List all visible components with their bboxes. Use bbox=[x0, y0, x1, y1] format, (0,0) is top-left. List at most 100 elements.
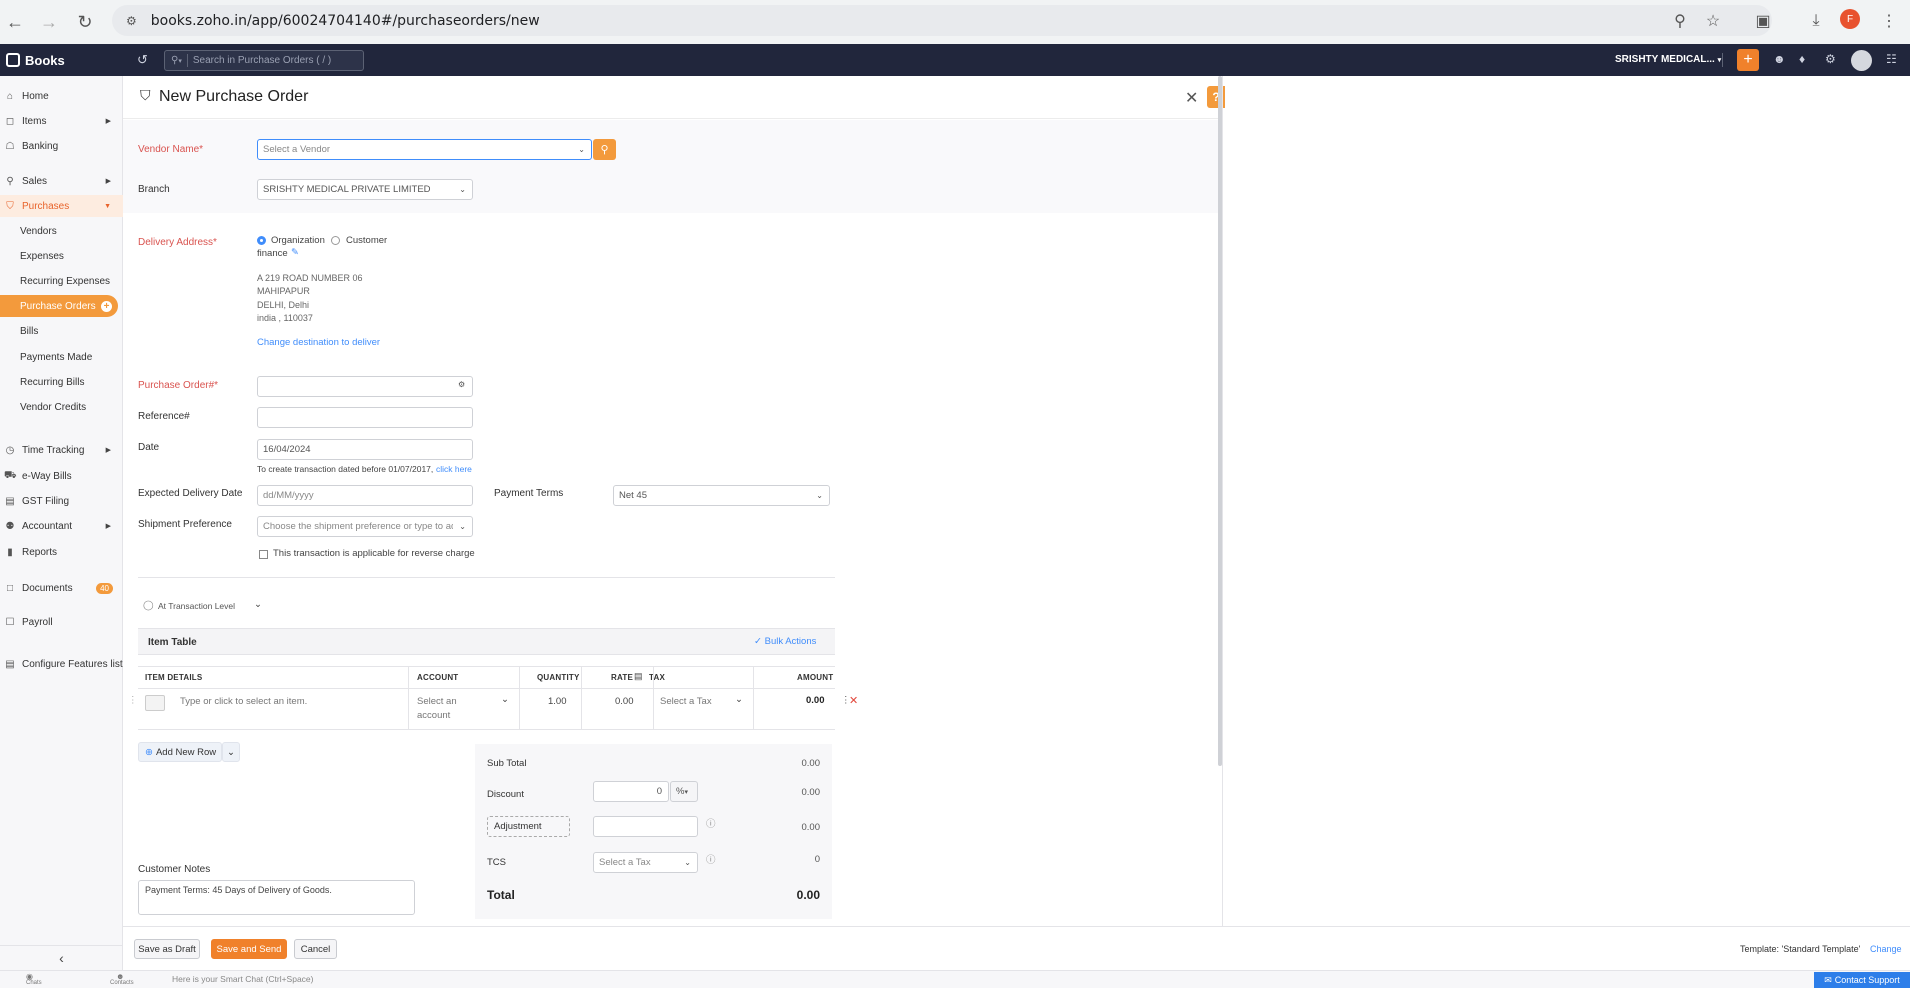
app-grid-icon[interactable]: ☷ bbox=[1886, 52, 1897, 66]
add-purchase-order-icon[interactable]: + bbox=[101, 300, 112, 312]
smart-chat-input[interactable]: Here is your Smart Chat (Ctrl+Space) bbox=[172, 974, 313, 984]
adjustment-input[interactable] bbox=[593, 816, 698, 837]
radio-organization[interactable] bbox=[257, 236, 266, 245]
change-destination-link[interactable]: Change destination to deliver bbox=[257, 337, 380, 348]
sidebar-item-vendors[interactable]: Vendors bbox=[0, 220, 118, 242]
close-icon[interactable]: ✕ bbox=[1185, 88, 1198, 108]
radio-customer[interactable] bbox=[331, 236, 340, 245]
sidebar-item-purchases[interactable]: ⛉ Purchases ▼ bbox=[0, 195, 123, 217]
account-select-line2[interactable]: account bbox=[417, 710, 450, 721]
cancel-button[interactable]: Cancel bbox=[294, 939, 337, 959]
expected-delivery-input[interactable]: dd/MM/yyyy bbox=[257, 485, 473, 506]
user-avatar[interactable] bbox=[1851, 50, 1872, 71]
sidebar-item-bills[interactable]: Bills bbox=[0, 320, 118, 342]
sidebar-item-payments-made[interactable]: Payments Made bbox=[0, 346, 118, 368]
adjustment-info-icon[interactable]: ⓘ bbox=[706, 816, 716, 830]
sidebar-collapse-button[interactable]: ‹ bbox=[0, 945, 123, 970]
adjustment-label-box[interactable]: Adjustment bbox=[487, 816, 570, 837]
add-new-row-button[interactable]: ⊕ Add New Row bbox=[138, 742, 222, 762]
vendor-search-button[interactable]: ⚲ bbox=[593, 139, 616, 160]
chevron-down-icon[interactable]: ⌄ bbox=[254, 599, 262, 610]
team-icon[interactable]: ☻ bbox=[1773, 52, 1786, 66]
item-select-input[interactable]: Type or click to select an item. bbox=[180, 696, 307, 707]
sidebar-item-sales[interactable]: ⚲ Sales ▶ bbox=[0, 170, 123, 192]
quantity-input[interactable]: 1.00 bbox=[548, 696, 567, 707]
zoom-icon[interactable]: ⚲ bbox=[1667, 8, 1693, 34]
organization-switcher[interactable]: SRISHTY MEDICAL... ▾ bbox=[1615, 54, 1721, 65]
discount-unit-select[interactable]: % ▾ bbox=[670, 781, 698, 802]
date-note-click-here[interactable]: click here bbox=[436, 464, 472, 474]
sidebar-item-reports[interactable]: ▮ Reports bbox=[0, 541, 123, 563]
address-bar[interactable]: ⚙ books.zoho.in/app/60024704140#/purchas… bbox=[112, 5, 1772, 36]
chevron-down-icon[interactable]: ⌄ bbox=[501, 694, 509, 705]
date-input[interactable]: 16/04/2024 bbox=[257, 439, 473, 460]
tcs-info-icon[interactable]: ⓘ bbox=[706, 852, 716, 866]
reference-input[interactable] bbox=[257, 407, 473, 428]
forward-icon[interactable]: → bbox=[34, 7, 64, 37]
download-icon[interactable]: ⤓ bbox=[1803, 8, 1829, 34]
bookmark-star-icon[interactable]: ☆ bbox=[1700, 8, 1726, 34]
sidebar-item-purchase-orders[interactable]: Purchase Orders + bbox=[0, 295, 118, 317]
customer-notes-textarea[interactable]: Payment Terms: 45 Days of Delivery of Go… bbox=[138, 880, 415, 915]
rate-input[interactable]: 0.00 bbox=[615, 696, 634, 707]
profile-avatar[interactable]: F bbox=[1840, 9, 1860, 29]
home-icon: ⌂ bbox=[6, 90, 14, 102]
sidebar-item-time-tracking[interactable]: ◷ Time Tracking ▶ bbox=[0, 439, 123, 461]
sidebar-item-vendor-credits[interactable]: Vendor Credits bbox=[0, 396, 118, 418]
column-account: ACCOUNT bbox=[417, 673, 459, 682]
sidebar-item-eway-bills[interactable]: ⛟ e-Way Bills bbox=[0, 465, 123, 487]
sidebar-item-payroll[interactable]: ☐ Payroll bbox=[0, 611, 123, 633]
site-settings-icon[interactable]: ⚙ bbox=[126, 14, 137, 28]
reverse-charge-checkbox[interactable] bbox=[259, 550, 268, 559]
discount-input[interactable]: 0 bbox=[593, 781, 669, 802]
contacts-label[interactable]: Contacts bbox=[110, 980, 134, 986]
reload-icon[interactable]: ↻ bbox=[70, 7, 100, 37]
sidebar-item-documents[interactable]: □ Documents 40 bbox=[0, 577, 123, 599]
sidebar-item-items[interactable]: ◻ Items ▶ bbox=[0, 110, 123, 132]
bulk-actions-link[interactable]: ✓ Bulk Actions bbox=[754, 636, 816, 647]
brand[interactable]: Books bbox=[0, 44, 123, 76]
sidebar-item-accountant[interactable]: ⚉ Accountant ▶ bbox=[0, 515, 123, 537]
drag-handle-icon[interactable]: ⋮ bbox=[128, 695, 138, 706]
notification-bell-icon[interactable]: ♦ bbox=[1799, 52, 1805, 66]
chevron-down-icon: ⌄ bbox=[684, 858, 691, 867]
recent-history-icon[interactable]: ↺ bbox=[137, 52, 148, 68]
sidebar-item-recurring-expenses[interactable]: Recurring Expenses bbox=[0, 270, 118, 292]
browser-menu-icon[interactable]: ⋮ bbox=[1876, 8, 1902, 34]
tax-select[interactable]: Select a Tax bbox=[660, 696, 712, 707]
settings-gear-icon[interactable]: ⚙ bbox=[1825, 52, 1836, 66]
app-search-input[interactable]: ⚲ ▾ Search in Purchase Orders ( / ) bbox=[164, 50, 364, 71]
payment-terms-label: Payment Terms bbox=[494, 488, 564, 499]
contact-support-button[interactable]: ✉ Contact Support bbox=[1814, 972, 1910, 988]
edit-pencil-icon[interactable]: ✎ bbox=[291, 247, 299, 258]
chevron-down-icon[interactable]: ⌄ bbox=[735, 694, 743, 705]
purchase-order-number-input[interactable]: ⚙ bbox=[257, 376, 473, 397]
back-icon[interactable]: ← bbox=[0, 7, 30, 37]
shipment-preference-select[interactable]: Choose the shipment preference or type t… bbox=[257, 516, 473, 537]
column-rate: RATE bbox=[611, 673, 633, 682]
payment-terms-select[interactable]: Net 45 ⌄ bbox=[613, 485, 830, 506]
sidebar-item-gst-filing[interactable]: ▤ GST Filing bbox=[0, 490, 123, 512]
template-change-link[interactable]: Change bbox=[1870, 944, 1902, 954]
sidebar-item-expenses[interactable]: Expenses bbox=[0, 245, 118, 267]
sidebar-item-recurring-bills[interactable]: Recurring Bills bbox=[0, 371, 118, 393]
chats-label[interactable]: Chats bbox=[26, 980, 42, 986]
tax-level-select[interactable]: At Transaction Level bbox=[158, 601, 235, 611]
brand-name: Books bbox=[25, 52, 65, 68]
add-row-options-button[interactable]: ⌄ bbox=[222, 742, 240, 762]
settings-gear-icon[interactable]: ⚙ bbox=[458, 380, 466, 389]
row-delete-icon[interactable]: ✕ bbox=[849, 694, 858, 707]
save-as-draft-button[interactable]: Save as Draft bbox=[134, 939, 200, 959]
save-and-send-button[interactable]: Save and Send bbox=[211, 939, 287, 959]
rate-settings-icon[interactable]: ▤ bbox=[634, 671, 643, 682]
quick-create-button[interactable]: + bbox=[1737, 49, 1759, 71]
date-label: Date bbox=[138, 442, 160, 453]
extensions-icon[interactable]: ▣ bbox=[1750, 8, 1776, 34]
account-select-line1[interactable]: Select an bbox=[417, 696, 457, 707]
sidebar-item-home[interactable]: ⌂ Home bbox=[0, 85, 123, 107]
sidebar-item-banking[interactable]: ☖ Banking bbox=[0, 135, 123, 157]
sidebar-item-configure[interactable]: ▤ Configure Features list bbox=[0, 653, 123, 675]
tcs-select[interactable]: Select a Tax ⌄ bbox=[593, 852, 698, 873]
branch-select[interactable]: SRISHTY MEDICAL PRIVATE LIMITED ⌄ bbox=[257, 179, 473, 200]
vendor-select[interactable]: Select a Vendor ⌄ bbox=[257, 139, 592, 160]
